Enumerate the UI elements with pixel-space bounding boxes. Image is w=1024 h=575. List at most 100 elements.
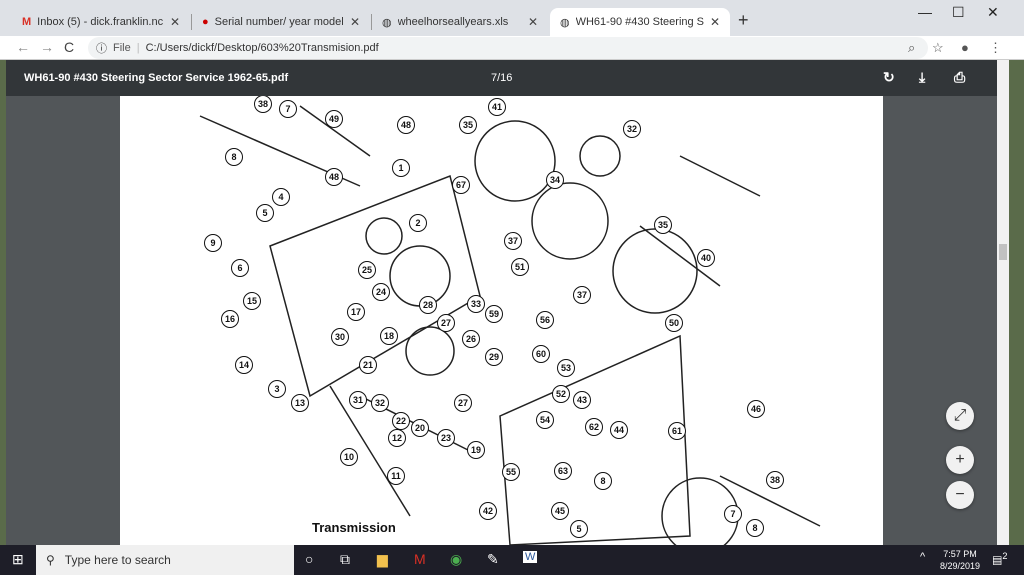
part-callout: 41 [488, 98, 506, 116]
task-view-icon[interactable]: ⧉ [340, 551, 350, 568]
taskbar: ⊞ ⚲ Type here to search ○ ⧉ ▆ M ◉ ✎ W ^ 7… [0, 545, 1024, 575]
search-icon: ⚲ [46, 553, 55, 567]
back-button[interactable]: ← [16, 39, 30, 55]
part-callout: 33 [467, 295, 485, 313]
part-callout: 12 [388, 429, 406, 447]
part-callout: 45 [551, 502, 569, 520]
close-tab-icon[interactable]: ✕ [170, 15, 180, 29]
part-callout: 8 [225, 148, 243, 166]
part-callout: 27 [454, 394, 472, 412]
part-callout: 46 [747, 400, 765, 418]
file-explorer-icon[interactable]: ▆ [377, 551, 388, 568]
part-callout: 2 [409, 214, 427, 232]
part-callout: 49 [325, 110, 343, 128]
zoom-in-button[interactable]: + [946, 446, 974, 474]
part-callout: 6 [231, 259, 249, 277]
part-callout: 16 [221, 310, 239, 328]
tab-serial-number[interactable]: ●Serial number/ year model - Page✕ [192, 8, 370, 36]
minimize-button[interactable]: — [918, 4, 932, 20]
part-callout: 51 [511, 258, 529, 276]
pdf-title: WH61-90 #430 Steering Sector Service 196… [24, 72, 289, 84]
close-tab-icon[interactable]: ✕ [350, 15, 360, 29]
part-callout: 38 [766, 471, 784, 489]
globe-icon: ◍ [560, 16, 570, 29]
part-callout: 37 [504, 232, 522, 250]
part-callout: 3 [268, 380, 286, 398]
part-callout: 14 [235, 356, 253, 374]
part-callout: 43 [573, 391, 591, 409]
zoom-out-button[interactable]: − [946, 481, 974, 509]
tab-pdf-active[interactable]: ◍WH61-90 #430 Steering Sector S✕ [550, 8, 730, 36]
windows-start-icon[interactable]: ⊞ [12, 551, 24, 568]
close-tab-icon[interactable]: ✕ [528, 15, 538, 29]
tab-strip: MInbox (5) - dick.franklin.nc@gmai✕ ●Ser… [0, 0, 1024, 36]
part-callout: 56 [536, 311, 554, 329]
part-callout: 55 [502, 463, 520, 481]
menu-icon[interactable]: ⋮ [989, 40, 1002, 56]
pdf-viewer: WH61-90 #430 Steering Sector Service 196… [6, 60, 1009, 545]
part-callout: 7 [724, 505, 742, 523]
scrollbar-thumb[interactable] [999, 244, 1007, 260]
zoom-icon[interactable]: ⌕ [908, 40, 915, 56]
notifications-icon[interactable]: ▤2 [992, 551, 1008, 567]
clock[interactable]: 7:57 PM 8/29/2019 [940, 548, 980, 572]
part-callout: 61 [668, 422, 686, 440]
part-callout: 13 [291, 394, 309, 412]
new-tab-button[interactable]: + [738, 10, 749, 31]
url-input[interactable]: ⓘ File | C:/Users/dickf/Desktop/603%20Tr… [88, 37, 928, 59]
part-callout: 7 [279, 100, 297, 118]
part-callout: 63 [554, 462, 572, 480]
pdf-page: 38 7 49 48 35 41 32 8 1 48 67 34 4 5 2 37 35 9 6 25 51 40 37 24… [120, 96, 883, 545]
maximize-button[interactable]: ☐ [952, 4, 965, 21]
word-icon[interactable]: W [523, 551, 538, 563]
part-callout: 48 [397, 116, 415, 134]
part-callout: 25 [358, 261, 376, 279]
gmail-icon: M [22, 16, 32, 28]
tab-wheelhorse-xls[interactable]: ◍ wheelhorseallyears.xls ✕ [372, 8, 548, 36]
tray-chevron-icon[interactable]: ^ [920, 551, 925, 563]
reload-button[interactable]: C [64, 39, 74, 55]
part-callout: 9 [204, 234, 222, 252]
rotate-icon[interactable]: ↻ [883, 69, 895, 86]
part-callout: 29 [485, 348, 503, 366]
paint-icon[interactable]: ✎ [487, 551, 499, 568]
forward-button[interactable]: → [40, 39, 54, 55]
part-callout: 4 [272, 188, 290, 206]
part-callout: 59 [485, 305, 503, 323]
cortana-icon[interactable]: ○ [305, 551, 313, 567]
part-callout: 67 [452, 176, 470, 194]
scrollbar[interactable] [997, 60, 1009, 545]
part-callout: 8 [746, 519, 764, 537]
part-callout: 5 [570, 520, 588, 538]
part-callout: 48 [325, 168, 343, 186]
part-callout: 54 [536, 411, 554, 429]
part-callout: 20 [411, 419, 429, 437]
part-callout: 18 [380, 327, 398, 345]
part-callout: 19 [467, 441, 485, 459]
chrome-icon[interactable]: ◉ [450, 551, 462, 568]
close-tab-icon[interactable]: ✕ [710, 15, 720, 29]
part-callout: 44 [610, 421, 628, 439]
part-callout: 26 [462, 330, 480, 348]
download-icon[interactable]: ⤓ [919, 69, 925, 86]
fit-page-button[interactable]: ⤢ [946, 402, 974, 430]
gmail-taskbar-icon[interactable]: M [414, 551, 426, 567]
taskbar-search[interactable]: ⚲ Type here to search [36, 545, 294, 575]
part-callout: 10 [340, 448, 358, 466]
print-icon[interactable]: ⎙ [954, 69, 965, 86]
part-callout: 17 [347, 303, 365, 321]
part-callout: 32 [371, 394, 389, 412]
part-callout: 60 [532, 345, 550, 363]
close-window-button[interactable]: ✕ [987, 4, 999, 21]
part-callout: 22 [392, 412, 410, 430]
info-icon[interactable]: ⓘ [96, 40, 107, 56]
tab-gmail[interactable]: MInbox (5) - dick.franklin.nc@gmai✕ [12, 8, 190, 36]
part-callout: 40 [697, 249, 715, 267]
part-callout: 15 [243, 292, 261, 310]
bookmark-star-icon[interactable]: ☆ [932, 40, 944, 56]
page-indicator: 7/16 [491, 72, 513, 84]
part-callout: 53 [557, 359, 575, 377]
profile-icon[interactable]: ● [961, 40, 969, 55]
globe-icon: ◍ [382, 16, 392, 29]
part-callout: 50 [665, 314, 683, 332]
